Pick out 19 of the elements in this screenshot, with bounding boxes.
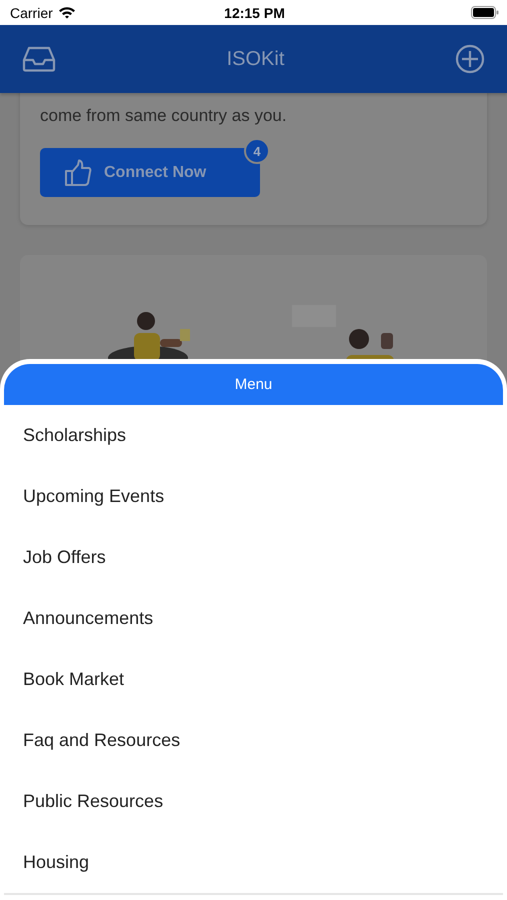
battery-icon — [471, 6, 500, 19]
menu-item[interactable]: Book Market — [23, 669, 124, 690]
menu-item[interactable]: Announcements — [23, 608, 154, 629]
inbox-icon[interactable] — [22, 46, 56, 72]
app-title: ISOKit — [226, 48, 284, 70]
thumbs-up-icon — [64, 158, 92, 186]
menu-title: Menu — [234, 376, 272, 393]
menu-item[interactable]: Housing — [23, 852, 90, 873]
card-description: come from same country as you. — [40, 105, 288, 127]
wifi-icon — [58, 6, 76, 19]
add-icon[interactable] — [454, 44, 485, 74]
menu-item[interactable]: Upcoming Events — [23, 486, 164, 507]
menu-item[interactable]: Faq and Resources — [23, 730, 180, 751]
notification-badge: 4 — [244, 138, 270, 164]
menu-item[interactable]: Scholarships — [23, 425, 126, 446]
menu-item[interactable]: Job Offers — [23, 547, 106, 568]
clock-time: 12:15 PM — [224, 4, 285, 20]
carrier-label: Carrier — [10, 4, 53, 20]
menu-item[interactable]: Public Resources — [23, 791, 164, 812]
